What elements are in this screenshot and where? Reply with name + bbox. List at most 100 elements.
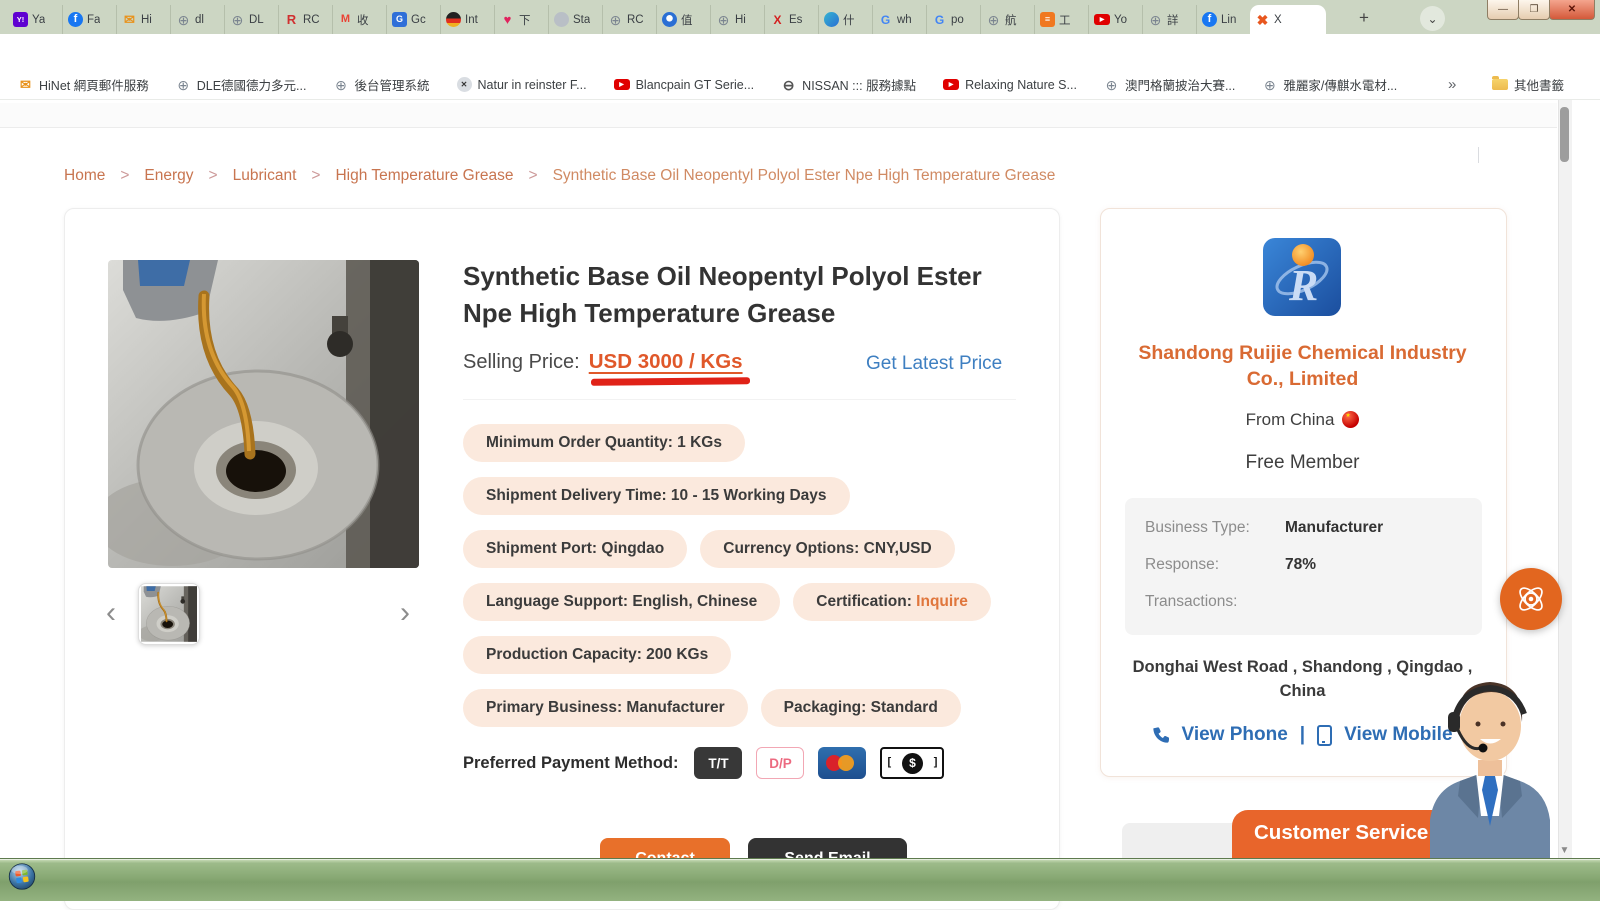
product-thumbnail[interactable] (138, 583, 200, 645)
r-icon (284, 12, 299, 27)
bookmark-macau[interactable]: 澳門格蘭披治大賽... (1104, 75, 1235, 94)
product-image (108, 260, 419, 568)
minimize-button[interactable]: — (1487, 0, 1519, 20)
tab-lin[interactable]: Lin (1196, 5, 1250, 34)
get-latest-price-link[interactable]: Get Latest Price (866, 353, 1002, 375)
tab-hang[interactable]: 航 (980, 5, 1034, 34)
seller-origin: From China (1120, 410, 1485, 430)
tab-search-button[interactable]: ⌄ (1420, 6, 1445, 31)
cash-icon: $ (880, 747, 944, 779)
seller-name[interactable]: Shandong Ruijie Chemical Industry Co., L… (1120, 340, 1485, 392)
breadcrumb-home[interactable]: Home (64, 167, 105, 185)
google-g-icon (932, 12, 947, 27)
carousel-next-chevron[interactable]: › (400, 596, 410, 630)
tab-teal[interactable]: 什 (818, 5, 872, 34)
globe-icon (716, 12, 731, 27)
tab-youtube[interactable]: Yo (1088, 5, 1142, 34)
tab-yahoo[interactable]: Ya (8, 5, 62, 34)
google-g-icon (878, 12, 893, 27)
tab-es[interactable]: Es (764, 5, 818, 34)
folder-icon (1492, 79, 1508, 90)
globe-icon (608, 12, 623, 27)
tab-hinet-mail[interactable]: Hi (116, 5, 170, 34)
heart-icon (500, 12, 515, 27)
mobile-icon (1317, 725, 1332, 746)
blue-ball-icon (662, 12, 677, 27)
inquire-link[interactable]: Inquire (916, 593, 968, 611)
teal-globe-icon (824, 12, 839, 27)
bookmarks-overflow-chevron[interactable]: » (1448, 76, 1456, 93)
tab-search-wh[interactable]: wh (872, 5, 926, 34)
stat-response: Response: 78% (1145, 556, 1465, 574)
attr-language-support: Language Support: English, Chinese (463, 583, 780, 621)
view-phone-link[interactable]: View Phone (1181, 724, 1287, 746)
start-button[interactable] (8, 862, 36, 890)
tab-hi[interactable]: Hi (710, 5, 764, 34)
scrollbar-track[interactable] (1558, 100, 1572, 858)
tab-active-exporthub[interactable]: X (1250, 5, 1326, 34)
browser-tab-strip: Ya Fa Hi dl DL RC 收 Gc Int 下 Sta RC 值 Hi… (0, 0, 1600, 34)
breadcrumb-lubricant[interactable]: Lubricant (233, 167, 297, 185)
tab-gmail[interactable]: 收 (332, 5, 386, 34)
product-attributes: Minimum Order Quantity: 1 KGs Shipment D… (463, 424, 1038, 727)
browser-toolbar: ← → ⟳ ⌂ exporthub.com/product/synthetic-… (0, 34, 1600, 70)
stat-business-type: Business Type: Manufacturer (1145, 519, 1465, 537)
youtube-icon (614, 79, 630, 90)
attr-production-capacity: Production Capacity: 200 KGs (463, 636, 731, 674)
payment-label: Preferred Payment Method: (463, 754, 678, 773)
youtube-icon (1094, 14, 1110, 25)
attr-primary-business: Primary Business: Manufacturer (463, 689, 748, 727)
bookmark-admin[interactable]: 後台管理系統 (333, 75, 429, 94)
stat-transactions: Transactions: (1145, 593, 1465, 611)
google-app-icon (392, 12, 407, 27)
tab-dl[interactable]: dl (170, 5, 224, 34)
carousel-prev-chevron[interactable]: ‹ (106, 596, 116, 630)
bookmark-blancpain[interactable]: Blancpain GT Serie... (614, 78, 755, 92)
close-button[interactable]: ✕ (1549, 0, 1595, 20)
tab-detail[interactable]: 詳 (1142, 5, 1196, 34)
breadcrumb-category[interactable]: High Temperature Grease (335, 167, 513, 185)
floating-action-button[interactable] (1500, 568, 1562, 630)
bookmark-hinet[interactable]: HiNet 網頁郵件服務 (18, 75, 149, 94)
bookmarks-bar: HiNet 網頁郵件服務 DLE德國德力多元... 後台管理系統 Natur i… (0, 70, 1600, 100)
nissan-icon (781, 77, 796, 92)
bookmark-relaxing[interactable]: Relaxing Nature S... (943, 78, 1077, 92)
attr-delivery-time: Shipment Delivery Time: 10 - 15 Working … (463, 477, 850, 515)
tt-payment-badge: T/T (694, 747, 742, 779)
tab-gong[interactable]: 工 (1034, 5, 1088, 34)
svg-text:R: R (1288, 261, 1318, 310)
tab-heart[interactable]: 下 (494, 5, 548, 34)
globe-icon (1262, 77, 1277, 92)
tab-rc2[interactable]: RC (602, 5, 656, 34)
globe-icon (1104, 77, 1119, 92)
attr-currency-options: Currency Options: CNY,USD (700, 530, 954, 568)
tab-dl2[interactable]: DL (224, 5, 278, 34)
bookmark-dle[interactable]: DLE德國德力多元... (176, 75, 307, 94)
scrollbar-thumb[interactable] (1560, 107, 1569, 162)
bird-icon (446, 12, 461, 27)
new-tab-button[interactable]: + (1352, 6, 1376, 30)
tab-ball[interactable]: 值 (656, 5, 710, 34)
tab-facebook[interactable]: Fa (62, 5, 116, 34)
tab-sta[interactable]: Sta (548, 5, 602, 34)
red-x-icon (770, 12, 785, 27)
divider (463, 399, 1016, 400)
tab-google-app[interactable]: Gc (386, 5, 440, 34)
globe-icon (230, 12, 245, 27)
customer-service-agent-illustration (1420, 668, 1560, 863)
breadcrumb: Home > Energy > Lubricant > High Tempera… (64, 167, 1055, 185)
maximize-button[interactable]: ❐ (1518, 0, 1550, 20)
dp-payment-badge: D/P (756, 747, 804, 779)
tab-int[interactable]: Int (440, 5, 494, 34)
bookmark-nissan[interactable]: NISSAN ::: 服務據點 (781, 75, 916, 94)
other-bookmarks-folder[interactable]: 其他書籤 (1492, 75, 1564, 94)
breadcrumb-energy[interactable]: Energy (144, 167, 193, 185)
tab-rc[interactable]: RC (278, 5, 332, 34)
x-orange-icon (1255, 12, 1270, 27)
orange-app-icon (1040, 12, 1055, 27)
product-title: Synthetic Base Oil Neopentyl Polyol Este… (463, 258, 1015, 332)
bookmark-natur[interactable]: Natur in reinster F... (457, 77, 587, 92)
tab-search-po[interactable]: po (926, 5, 980, 34)
breadcrumb-current: Synthetic Base Oil Neopentyl Polyol Este… (553, 167, 1056, 185)
bookmark-yalija[interactable]: 雅麗家/傳麒水電材... (1262, 75, 1397, 94)
